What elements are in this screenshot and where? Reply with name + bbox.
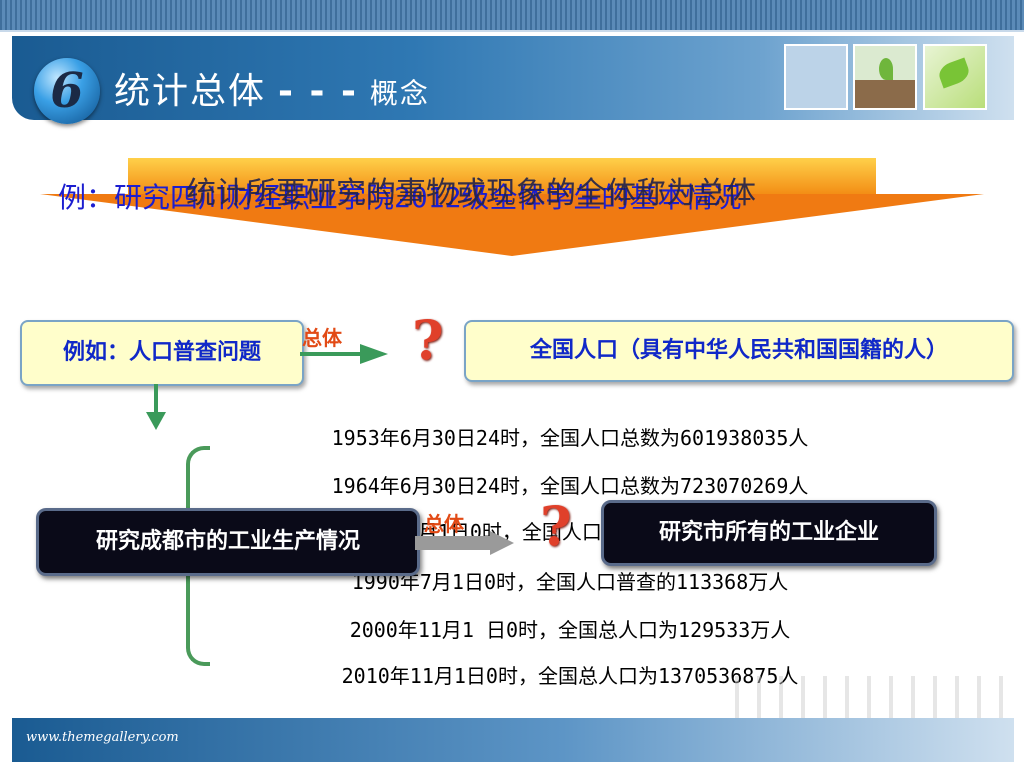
title-dashes: - - - — [278, 71, 358, 112]
top-stripe — [0, 0, 1024, 32]
section-number-badge: 6 — [34, 58, 100, 124]
leaf-icon — [936, 57, 972, 89]
footer-url[interactable]: www.themegallery.com — [26, 730, 179, 745]
thumbnail-blank — [784, 44, 848, 110]
census-line-1: 1953年6月30日24时，全国人口总数为601938035人 — [331, 426, 809, 450]
industry-example-box: 研究成都市的工业生产情况 — [36, 508, 420, 576]
green-arrow-head-icon — [360, 344, 388, 364]
population-box: 全国人口（具有中华人民共和国国籍的人） — [464, 320, 1014, 382]
census-example-box: 例如：人口普查问题 — [20, 320, 304, 386]
total-label-1: 总体 — [302, 326, 342, 350]
page-title: 统计总体 - - - 概念 — [114, 62, 430, 114]
thumbnail-seedling — [853, 44, 917, 110]
footer-bar: www.themegallery.com — [12, 718, 1014, 762]
title-main: 统计总体 — [114, 71, 267, 112]
question-mark-icon-2: ? — [540, 494, 572, 558]
definition-overlay-text: 统计所要研究的事物或现象的全体称为总体 — [186, 176, 756, 211]
gray-arrow-line — [415, 536, 493, 550]
title-sub: 概念 — [369, 77, 430, 110]
green-down-arrow-line — [154, 384, 158, 414]
green-down-arrow-icon — [146, 412, 166, 430]
gray-arrow-head-icon — [490, 531, 514, 555]
question-mark-icon: ? — [412, 308, 444, 372]
thumbnail-leaf — [923, 44, 987, 110]
census-line-5: 2000年11月1 日0时，全国总人口为129533万人 — [349, 618, 791, 642]
total-label-2: 总体 — [424, 512, 464, 536]
enterprise-box: 研究市所有的工业企业 — [601, 500, 937, 566]
section-number: 6 — [50, 63, 84, 119]
seedling-icon — [879, 58, 893, 80]
green-arrow-line — [300, 352, 362, 356]
